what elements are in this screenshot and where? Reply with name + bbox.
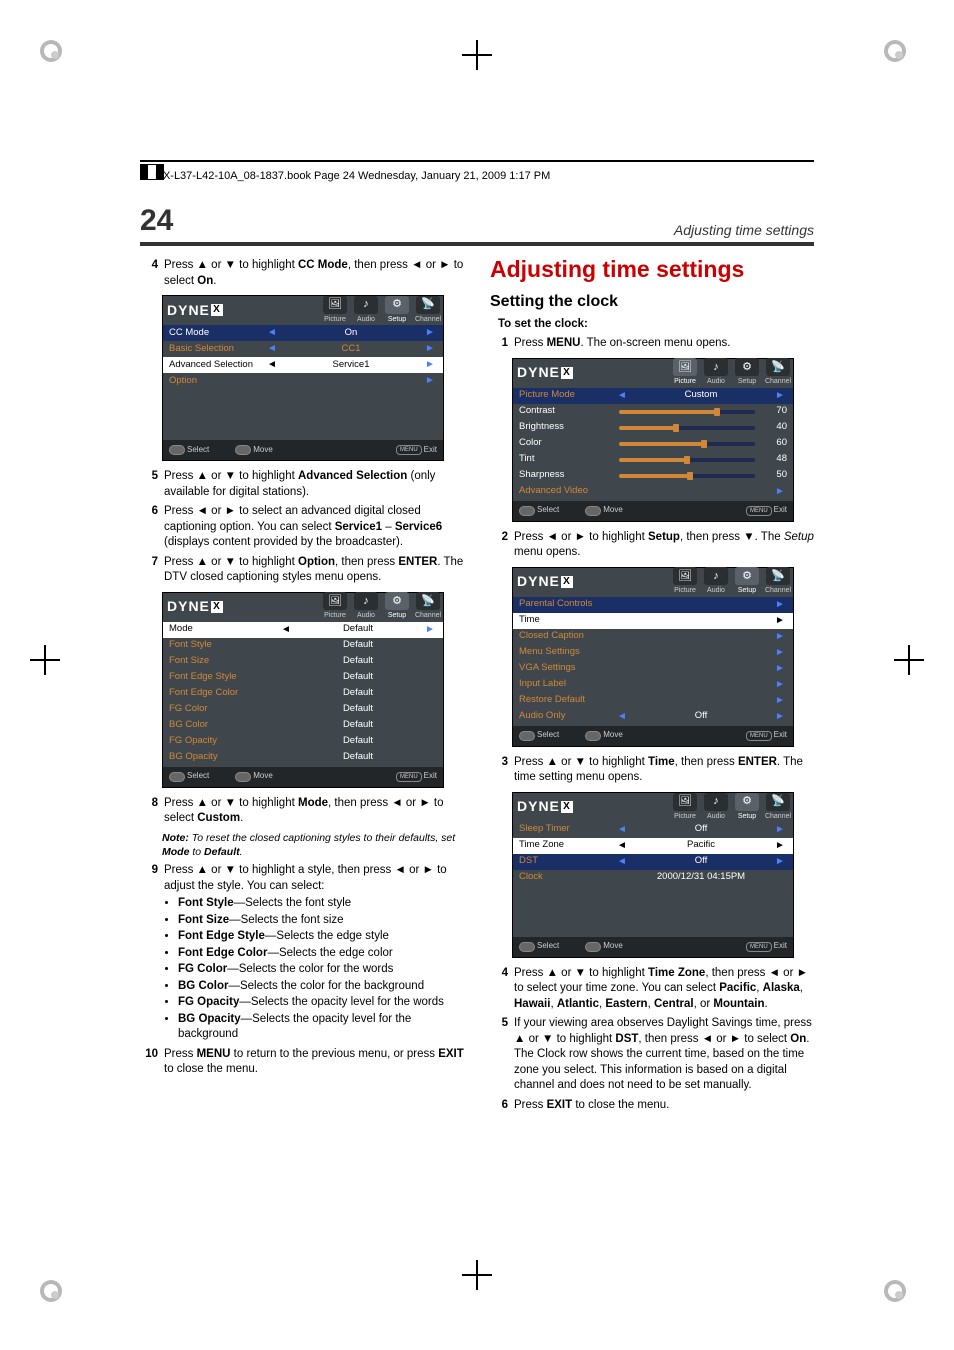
row-font-style: Font StyleDefault (163, 638, 443, 654)
row-fg-opacity: FG OpacityDefault (163, 734, 443, 750)
step-6: 6Press ◄ or ► to select an advanced digi… (140, 504, 464, 551)
osd-footer: Select Move MENUExit (163, 440, 443, 460)
row-input-label: Input Label► (513, 677, 793, 693)
row-restore-default: Restore Default► (513, 693, 793, 709)
row-parental: Parental Controls► (513, 597, 793, 613)
note: Note: To reset the closed captioning sty… (162, 831, 464, 859)
row-menu-settings: Menu Settings► (513, 645, 793, 661)
step-7: 7Press ▲ or ▼ to highlight Option, then … (140, 555, 464, 586)
row-closed-caption: Closed Caption► (513, 629, 793, 645)
r-step-6: 6Press EXIT to close the menu. (490, 1098, 814, 1114)
osd-cc-mode: DYNEX 🖼Picture ♪Audio ⚙Setup 📡Channel CC… (162, 295, 444, 461)
step-10: 10Press MENU to return to the previous m… (140, 1047, 464, 1078)
row-font-edge-color: Font Edge ColorDefault (163, 686, 443, 702)
row-clock: Clock2000/12/31 04:15PM (513, 870, 793, 886)
row-font-size: Font SizeDefault (163, 654, 443, 670)
r-step-5: 5If your viewing area observes Daylight … (490, 1016, 814, 1094)
step-8: 8Press ▲ or ▼ to highlight Mode, then pr… (140, 796, 464, 827)
row-sleep-timer: Sleep Timer◄Off► (513, 822, 793, 838)
step-9: 9Press ▲ or ▼ to highlight a style, then… (140, 863, 464, 894)
step-5: 5Press ▲ or ▼ to highlight Advanced Sele… (140, 469, 464, 500)
row-time: Time► (513, 613, 793, 629)
row-contrast: Contrast70 (513, 404, 793, 420)
row-font-edge-style: Font Edge StyleDefault (163, 670, 443, 686)
r-step-4: 4Press ▲ or ▼ to highlight Time Zone, th… (490, 966, 814, 1013)
heading-to-set-clock: To set the clock: (498, 317, 814, 333)
osd-picture: DYNEX 🖼Picture ♪Audio ⚙Setup 📡Channel Pi… (512, 358, 794, 522)
logo: DYNEX (167, 301, 223, 320)
row-bg-color: BG ColorDefault (163, 718, 443, 734)
row-advanced-video: Advanced Video► (513, 484, 793, 500)
style-bullets: Font Style—Selects the font style Font S… (166, 896, 464, 1043)
osd-time: DYNEX 🖼Picture ♪Audio ⚙Setup 📡Channel Sl… (512, 792, 794, 958)
row-cc-mode: CC Mode◄On► (163, 325, 443, 341)
osd-setup: DYNEX 🖼Picture ♪Audio ⚙Setup 📡Channel Pa… (512, 567, 794, 747)
page-number: 24 (140, 204, 173, 238)
row-option: Option► (163, 373, 443, 389)
row-fg-color: FG ColorDefault (163, 702, 443, 718)
row-brightness: Brightness40 (513, 420, 793, 436)
row-dst: DST◄Off► (513, 854, 793, 870)
row-color: Color60 (513, 436, 793, 452)
r-step-3: 3Press ▲ or ▼ to highlight Time, then pr… (490, 755, 814, 786)
row-sharpness: Sharpness50 (513, 468, 793, 484)
r-step-2: 2Press ◄ or ► to highlight Setup, then p… (490, 530, 814, 561)
row-advanced-selection: Advanced Selection◄Service1► (163, 357, 443, 373)
heading-setting-clock: Setting the clock (490, 291, 814, 313)
osd-cc-styles: DYNEX 🖼Picture ♪Audio ⚙Setup 📡Channel Mo… (162, 592, 444, 788)
row-bg-opacity: BG OpacityDefault (163, 750, 443, 766)
row-audio-only: Audio Only◄Off► (513, 709, 793, 725)
row-tint: Tint48 (513, 452, 793, 468)
row-basic-selection: Basic Selection◄CC1► (163, 341, 443, 357)
row-time-zone: Time Zone◄Pacific► (513, 838, 793, 854)
step-4: 4Press ▲ or ▼ to highlight CC Mode, then… (140, 258, 464, 289)
row-mode: Mode◄Default► (163, 622, 443, 638)
row-vga-settings: VGA Settings► (513, 661, 793, 677)
heading-adjusting-time: Adjusting time settings (490, 254, 814, 285)
page-heading: Adjusting time settings (674, 222, 814, 238)
row-picture-mode: Picture Mode◄Custom► (513, 388, 793, 404)
header-file-line: DX-L37-L42-10A_08-1837.book Page 24 Wedn… (155, 170, 550, 182)
r-step-1: 1Press MENU. The on-screen menu opens. (490, 336, 814, 352)
